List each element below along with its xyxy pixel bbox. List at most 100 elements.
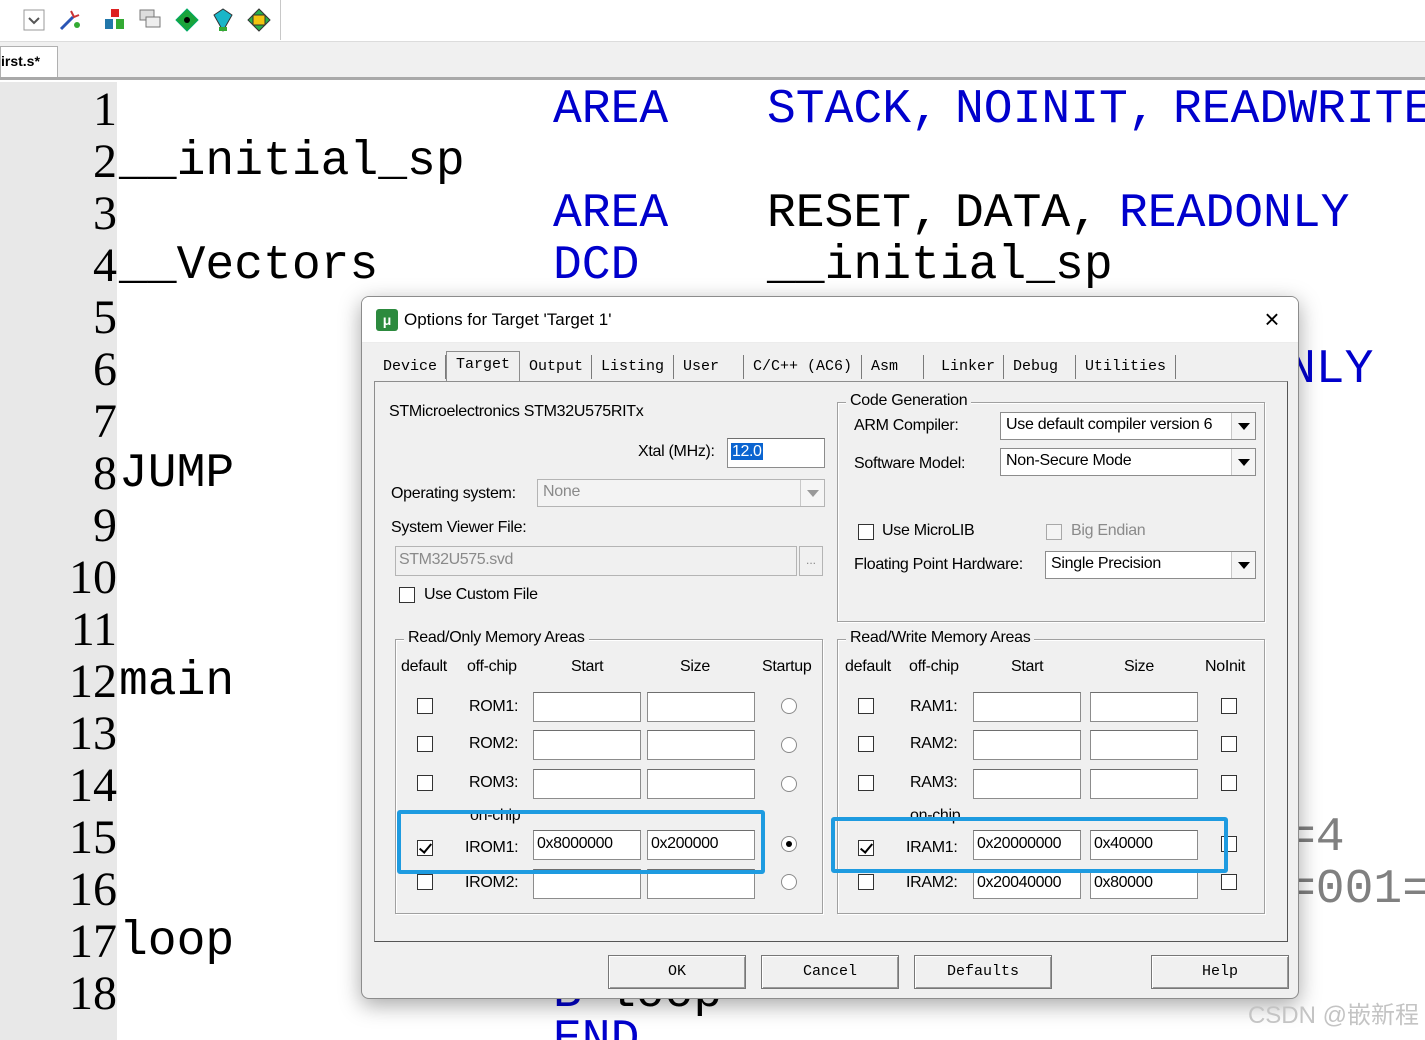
code-token: READWRITE <box>1173 83 1425 137</box>
ram3-size-input[interactable] <box>1090 769 1198 799</box>
use-microlib-checkbox[interactable] <box>858 524 874 540</box>
dialog-title: Options for Target 'Target 1' <box>404 310 612 329</box>
arm-compiler-select[interactable]: Use default compiler version 6 <box>1000 412 1256 440</box>
fpu-select[interactable]: Single Precision <box>1045 551 1256 579</box>
rom2-size-input[interactable] <box>647 730 755 760</box>
line-number: 1 <box>93 83 117 136</box>
code-token: END <box>553 1013 640 1040</box>
cancel-button[interactable]: Cancel <box>761 955 899 989</box>
rom2-default-checkbox[interactable] <box>417 736 433 752</box>
tab-device[interactable]: Device <box>374 355 446 379</box>
package-icon[interactable] <box>245 6 273 34</box>
code-token: DCD <box>553 239 640 293</box>
rom-header-startup: Startup <box>762 658 812 675</box>
rom-header-start: Start <box>571 658 604 675</box>
big-endian-checkbox[interactable] <box>1046 524 1062 540</box>
iram2-noinit-checkbox[interactable] <box>1221 874 1237 890</box>
diamond-icon[interactable] <box>173 6 201 34</box>
rom3-default-checkbox[interactable] <box>417 775 433 791</box>
browse-button[interactable]: ... <box>799 546 823 576</box>
rom1-default-checkbox[interactable] <box>417 698 433 714</box>
keil-app-icon: μ <box>376 309 398 331</box>
tab-cpp[interactable]: C/C++ (AC6) <box>744 355 862 379</box>
ram1-size-input[interactable] <box>1090 692 1198 722</box>
ram2-size-input[interactable] <box>1090 730 1198 760</box>
tab-user[interactable]: User <box>674 355 744 379</box>
line-number: 11 <box>70 603 117 656</box>
code-token: =001=1 <box>1287 863 1425 917</box>
wizard-icon[interactable] <box>56 6 84 34</box>
code-generation-title: Code Generation <box>846 392 972 410</box>
use-custom-file-checkbox[interactable] <box>399 587 415 603</box>
ram-header-default: default <box>845 658 891 675</box>
irom2-startup-radio[interactable] <box>781 874 797 890</box>
os-select[interactable]: None <box>537 479 825 507</box>
chevron-down-icon <box>800 480 824 506</box>
tab-listing[interactable]: Listing <box>592 355 674 379</box>
line-number: 14 <box>69 759 117 812</box>
close-icon[interactable]: × <box>1256 305 1288 335</box>
code-generation-group: Code Generation ARM Compiler: Use defaul… <box>837 392 1265 622</box>
ram2-noinit-checkbox[interactable] <box>1221 736 1237 752</box>
code-token: __initial_sp <box>767 239 1113 293</box>
rom3-size-input[interactable] <box>647 769 755 799</box>
iram2-size-input[interactable]: 0x80000 <box>1090 869 1198 899</box>
irom2-default-checkbox[interactable] <box>417 874 433 890</box>
iram2-default-checkbox[interactable] <box>858 874 874 890</box>
rom3-start-input[interactable] <box>533 769 641 799</box>
rom1-startup-radio[interactable] <box>781 698 797 714</box>
tab-linker[interactable]: Linker <box>932 355 1004 379</box>
ram1-default-checkbox[interactable] <box>858 698 874 714</box>
rom3-startup-radio[interactable] <box>781 776 797 792</box>
help-button[interactable]: Help <box>1151 955 1289 989</box>
code-label: loop <box>119 915 235 969</box>
rom2-start-input[interactable] <box>533 730 641 760</box>
file-tab[interactable]: irst.s* <box>0 46 58 77</box>
iram2-label: IRAM2: <box>906 874 958 891</box>
ram-header-noinit: NoInit <box>1205 658 1245 675</box>
dropdown-icon[interactable] <box>20 6 48 34</box>
xtal-input[interactable]: 12.0 <box>727 438 825 468</box>
irom2-label: IROM2: <box>465 874 519 891</box>
defaults-button[interactable]: Defaults <box>914 955 1052 989</box>
ram2-label: RAM2: <box>910 735 958 752</box>
ram1-label: RAM1: <box>910 698 958 715</box>
software-model-select[interactable]: Non-Secure Mode <box>1000 448 1256 476</box>
ok-button[interactable]: OK <box>608 955 746 989</box>
tab-debug[interactable]: Debug <box>1004 355 1076 379</box>
ram1-start-input[interactable] <box>973 692 1081 722</box>
line-number: 13 <box>69 707 117 760</box>
ram3-start-input[interactable] <box>973 769 1081 799</box>
irom1-startup-radio[interactable] <box>781 836 797 852</box>
line-number: 9 <box>93 499 117 552</box>
ram2-start-input[interactable] <box>973 730 1081 760</box>
ram3-noinit-checkbox[interactable] <box>1221 775 1237 791</box>
gem-icon[interactable] <box>209 6 237 34</box>
rom1-start-input[interactable] <box>533 692 641 722</box>
svd-input[interactable]: STM32U575.svd <box>395 546 797 576</box>
stack-icon[interactable] <box>101 6 129 34</box>
watermark: CSDN @嵌新程 <box>1247 1002 1419 1029</box>
ram1-noinit-checkbox[interactable] <box>1221 698 1237 714</box>
tab-utilities[interactable]: Utilities <box>1076 355 1176 379</box>
dialog-titlebar[interactable]: μ Options for Target 'Target 1' × <box>362 297 1298 343</box>
tab-target[interactable]: Target <box>446 351 520 381</box>
rom2-startup-radio[interactable] <box>781 737 797 753</box>
windows-icon[interactable] <box>137 6 165 34</box>
chevron-down-icon <box>1231 552 1255 578</box>
rom1-size-input[interactable] <box>647 692 755 722</box>
iram2-start-input[interactable]: 0x20040000 <box>973 869 1081 899</box>
ram-header-size: Size <box>1124 658 1154 675</box>
line-number: 17 <box>69 915 117 968</box>
arm-compiler-label: ARM Compiler: <box>854 417 959 434</box>
ram3-default-checkbox[interactable] <box>858 775 874 791</box>
code-token: AREA <box>553 83 669 137</box>
line-number: 5 <box>93 291 117 344</box>
rom-header-size: Size <box>680 658 710 675</box>
line-number: 7 <box>93 395 117 448</box>
tab-asm[interactable]: Asm <box>862 355 924 379</box>
ram-areas-title: Read/Write Memory Areas <box>846 629 1035 647</box>
ram2-default-checkbox[interactable] <box>858 736 874 752</box>
tab-output[interactable]: Output <box>520 355 592 379</box>
code-token: AREA <box>553 187 669 241</box>
